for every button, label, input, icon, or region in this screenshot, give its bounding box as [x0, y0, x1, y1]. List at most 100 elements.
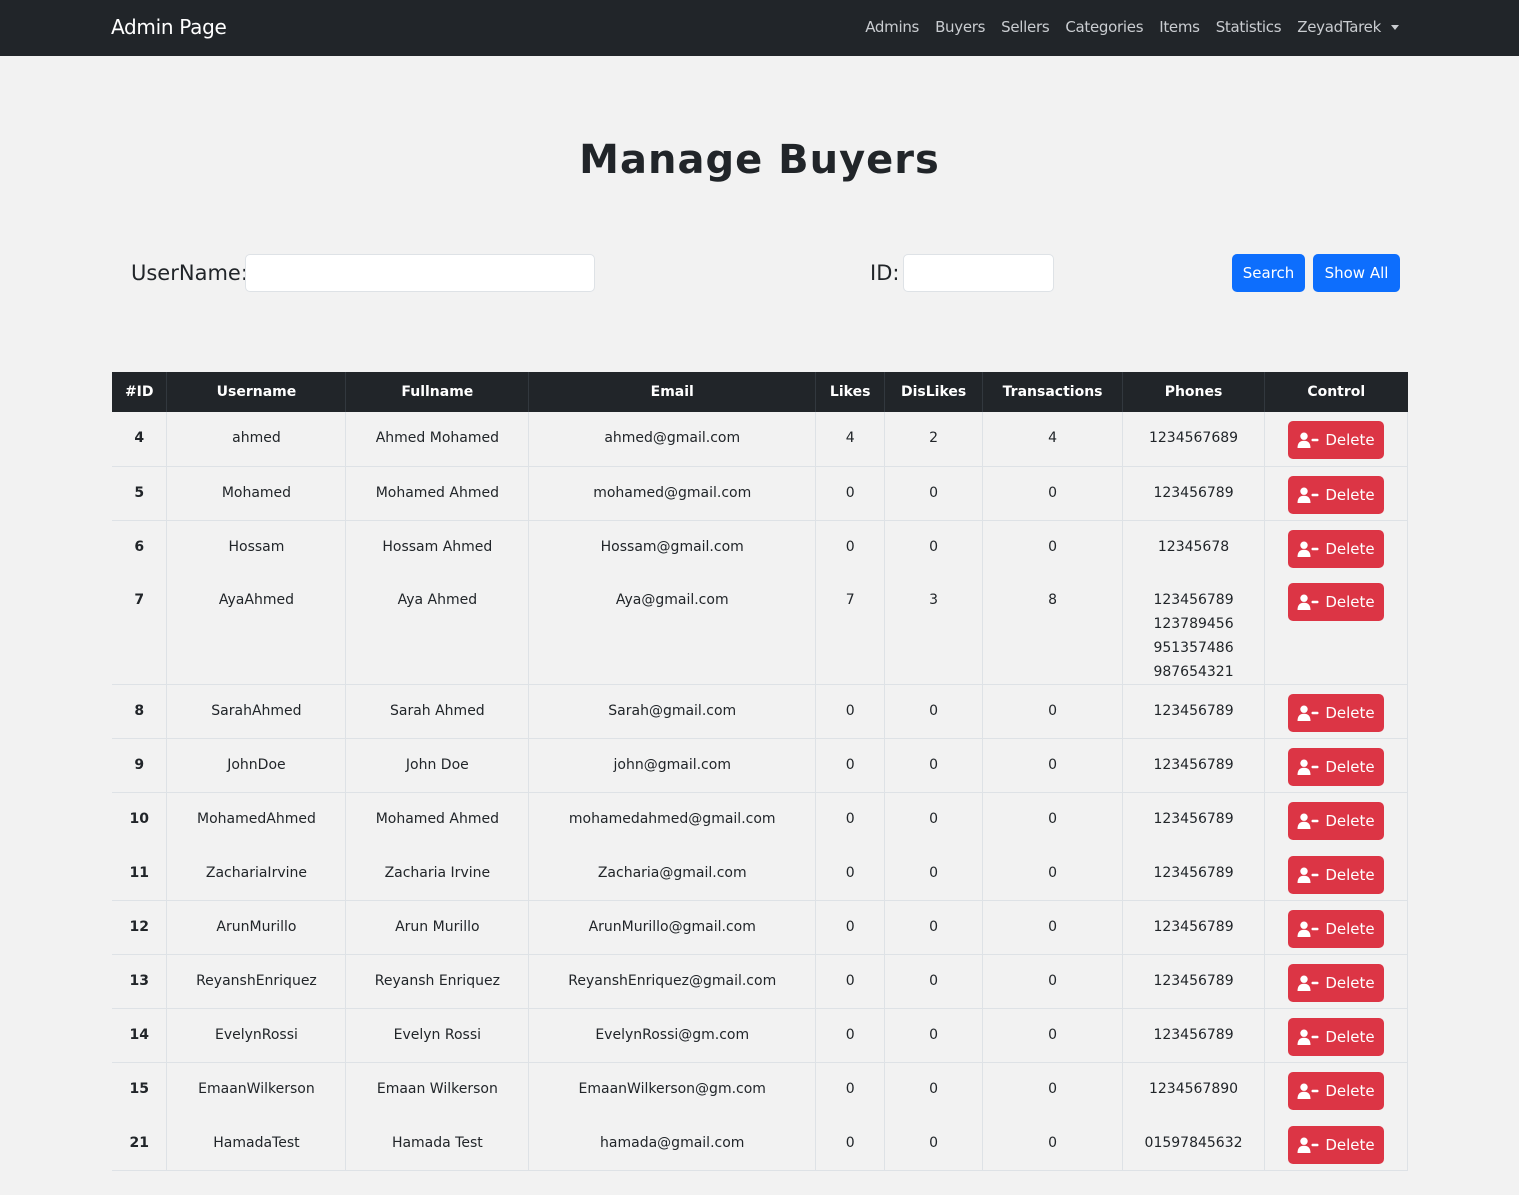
cell-fullname: Mohamed Ahmed [345, 792, 529, 847]
cell-likes: 0 [815, 1008, 885, 1063]
cell-id: 5 [112, 466, 167, 521]
delete-button[interactable]: Delete [1288, 1072, 1384, 1110]
cell-fullname: Arun Murillo [345, 900, 529, 955]
cell-phones: 1234567890 [1122, 1062, 1265, 1117]
delete-button[interactable]: Delete [1288, 748, 1384, 786]
search-button[interactable]: Search [1232, 254, 1305, 292]
show-all-button[interactable]: Show All [1313, 254, 1400, 292]
cell-transactions: 4 [982, 412, 1123, 467]
delete-button[interactable]: Delete [1288, 802, 1384, 840]
cell-username: SarahAhmed [166, 684, 346, 739]
phone-number: 951357486 [1153, 640, 1234, 656]
cell-transactions: 0 [982, 684, 1123, 739]
cell-phones: 123456789 [1122, 792, 1265, 847]
cell-dislikes: 0 [884, 520, 983, 574]
cell-email: mohamed@gmail.com [528, 466, 816, 521]
phone-number: 123456789 [1153, 919, 1234, 935]
table-row: 11 ZachariaIrvine Zacharia Irvine Zacharia@… [112, 846, 1408, 901]
cell-id: 21 [112, 1116, 167, 1171]
cell-email: ahmed@gmail.com [528, 412, 816, 467]
cell-fullname: Aya Ahmed [345, 574, 529, 685]
username-input[interactable] [245, 254, 595, 292]
delete-button[interactable]: Delete [1288, 910, 1384, 948]
user-dropdown[interactable]: ZeyadTarek [1297, 18, 1399, 36]
cell-username: ArunMurillo [166, 900, 346, 955]
cell-control: Delete [1264, 954, 1408, 1009]
table-row: 13 ReyanshEnriquez Reyansh Enriquez Reyansh… [112, 954, 1408, 1009]
cell-id: 10 [129, 811, 149, 827]
phone-number: 01597845632 [1144, 1134, 1243, 1151]
table-row: 5 Mohamed Mohamed Ahmed mohamed@gmail.com 0 0… [112, 466, 1408, 521]
cell-username: HamadaTest [166, 1116, 346, 1171]
table-header-row: #ID Username Fullname Email Likes DisLik… [112, 372, 1408, 412]
nav-link-admins[interactable]: Admins [865, 18, 919, 36]
table-row: 12 ArunMurillo Arun Murillo ArunMurillo@gma… [112, 900, 1408, 955]
cell-fullname: Zacharia Irvine [345, 846, 529, 901]
cell-id: 9 [112, 738, 167, 793]
cell-transactions: 0 [982, 738, 1123, 793]
user-minus-icon [1297, 1137, 1319, 1153]
cell-transactions: 0 [982, 1008, 1123, 1063]
cell-likes: 0 [815, 520, 885, 574]
delete-button[interactable]: Delete [1288, 421, 1384, 459]
phone-number: 1234567890 [1148, 1081, 1239, 1097]
nav-link-statistics[interactable]: Statistics [1216, 18, 1282, 36]
phone-number: 987654321 [1153, 664, 1234, 680]
user-minus-icon [1297, 813, 1319, 829]
cell-likes: 0 [815, 738, 885, 793]
navbar-brand[interactable]: Admin Page [111, 15, 227, 39]
nav-link-categories[interactable]: Categories [1065, 18, 1143, 36]
phone-number: 123456789 [1153, 864, 1234, 881]
nav-link-items[interactable]: Items [1159, 18, 1200, 36]
cell-control: Delete [1264, 738, 1408, 793]
delete-button[interactable]: Delete [1288, 475, 1384, 514]
phone-number: 1234567689 [1148, 430, 1239, 446]
cell-username: EvelynRossi [166, 1008, 346, 1063]
user-minus-icon [1297, 432, 1319, 448]
cell-phones: 123456789 [1122, 1008, 1265, 1063]
nav-link-buyers[interactable]: Buyers [935, 18, 985, 36]
cell-transactions: 0 [982, 954, 1123, 1009]
cell-transactions: 0 [982, 846, 1123, 901]
page-title: Manage Buyers [579, 137, 940, 183]
cell-fullname: Emaan Wilkerson [345, 1062, 529, 1117]
delete-button[interactable]: Delete [1288, 529, 1384, 568]
delete-label: Delete [1325, 920, 1375, 938]
cell-email: mohamedahmed@gmail.com [528, 792, 816, 847]
cell-likes: 0 [815, 792, 885, 847]
cell-phones: 123456789 [1122, 846, 1265, 901]
table-row: 21 HamadaTest Hamada Test hamada@gmail.com 0… [112, 1116, 1408, 1171]
delete-button[interactable]: Delete [1288, 1125, 1384, 1164]
cell-transactions: 8 [982, 574, 1123, 685]
cell-id: 7 [112, 574, 167, 685]
cell-email: Zacharia@gmail.com [528, 846, 816, 901]
cell-email: hamada@gmail.com [528, 1116, 816, 1171]
cell-transactions: 0 [982, 520, 1123, 574]
id-input[interactable] [903, 254, 1054, 292]
delete-label: Delete [1325, 812, 1375, 830]
cell-phones: 123456789 [1122, 954, 1265, 1009]
cell-email: ReyanshEnriquez@gmail.com [528, 954, 816, 1009]
nav-link-sellers[interactable]: Sellers [1001, 18, 1050, 36]
phone-number: 123456789 [1153, 1027, 1234, 1043]
delete-button[interactable]: Delete [1288, 855, 1384, 894]
table-row: 9 JohnDoe John Doe john@gmail.com 0 0 0 1234567… [112, 738, 1408, 793]
chevron-down-icon [1391, 24, 1399, 30]
delete-button[interactable]: Delete [1288, 694, 1384, 732]
delete-label: Delete [1325, 1028, 1375, 1046]
delete-button[interactable]: Delete [1288, 583, 1384, 621]
cell-fullname: John Doe [345, 738, 529, 793]
delete-button[interactable]: Delete [1288, 964, 1384, 1002]
phone-number: 12345678 [1157, 538, 1230, 555]
cell-id: 12 [112, 900, 167, 955]
cell-control: Delete [1264, 1116, 1408, 1171]
cell-username: JohnDoe [166, 738, 346, 793]
cell-fullname: Evelyn Rossi [345, 1008, 529, 1063]
user-minus-icon [1297, 1083, 1319, 1099]
delete-label: Delete [1325, 593, 1375, 611]
phone-number: 123456789 [1153, 592, 1234, 608]
cell-likes: 0 [815, 1062, 885, 1117]
cell-dislikes: 0 [884, 738, 983, 793]
delete-button[interactable]: Delete [1288, 1018, 1384, 1056]
header-phones: Phones [1122, 372, 1265, 412]
